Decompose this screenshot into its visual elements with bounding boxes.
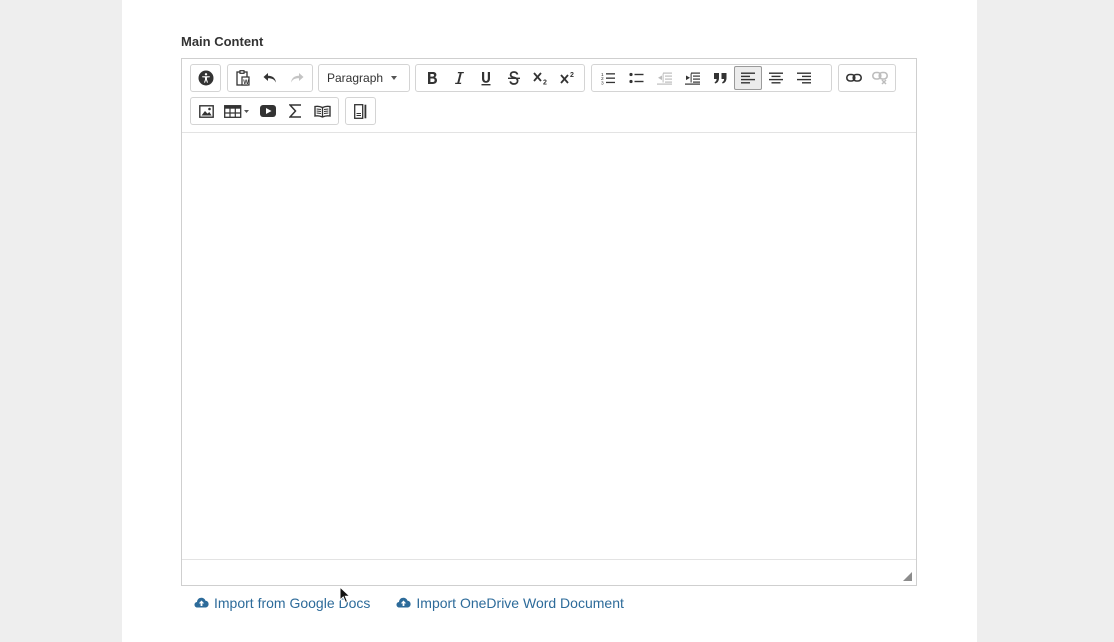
undo-icon — [262, 71, 278, 85]
undo-button[interactable] — [257, 66, 284, 90]
redo-icon — [289, 71, 305, 85]
subscript-button[interactable]: 2 — [527, 66, 554, 90]
accessibility-group — [190, 64, 221, 92]
insert-equation-icon — [288, 104, 302, 118]
underline-button[interactable] — [473, 66, 500, 90]
insert-group — [190, 97, 339, 125]
align-center-icon — [769, 72, 783, 84]
align-right-icon — [797, 72, 811, 84]
insert-link-button[interactable] — [841, 66, 867, 90]
increase-indent-button[interactable] — [678, 66, 706, 90]
align-left-button[interactable] — [734, 66, 762, 90]
superscript-button[interactable]: 2 — [555, 66, 582, 90]
insert-image-icon — [199, 104, 214, 118]
underline-icon — [480, 71, 492, 86]
bulleted-list-button[interactable] — [622, 66, 650, 90]
toggle-fullscreen-icon — [354, 103, 367, 119]
main-content-label: Main Content — [181, 34, 264, 49]
insert-table-icon — [224, 104, 250, 118]
bold-icon — [426, 71, 438, 85]
paragraph-group: 123 — [591, 64, 832, 92]
strikethrough-button[interactable] — [500, 66, 527, 90]
redo-button[interactable] — [283, 66, 310, 90]
increase-indent-icon — [684, 72, 700, 85]
numbered-list-button[interactable]: 123 — [594, 66, 622, 90]
subscript-icon: 2 — [533, 71, 549, 85]
text-style-group: 2 2 — [415, 64, 585, 92]
import-onedrive-label: Import OneDrive Word Document — [416, 595, 624, 611]
insert-equation-button[interactable] — [282, 99, 309, 123]
mouse-pointer-icon — [339, 585, 352, 609]
accessibility-icon — [198, 70, 214, 86]
insert-image-button[interactable] — [193, 99, 220, 123]
align-center-button[interactable] — [762, 66, 790, 90]
superscript-icon: 2 — [560, 71, 576, 85]
accessibility-checker-button[interactable] — [193, 66, 218, 90]
link-group — [838, 64, 896, 92]
cloud-upload-icon — [396, 595, 416, 611]
blockquote-button[interactable] — [706, 66, 734, 90]
insert-glossary-button[interactable] — [309, 99, 336, 123]
align-left-icon — [741, 72, 755, 84]
rich-text-editor: W Paragraph 2 2 1 2 3 — [181, 58, 917, 586]
insert-glossary-icon — [314, 105, 331, 118]
editor-toolbar: W Paragraph 2 2 1 2 3 — [182, 59, 916, 133]
import-links: Import from Google Docs Import OneDrive … — [194, 595, 650, 611]
editor-content-area[interactable] — [182, 133, 916, 559]
block-format-select[interactable]: Paragraph — [319, 66, 403, 90]
numbered-list-icon: 123 — [601, 71, 616, 85]
svg-text:W: W — [244, 80, 250, 86]
svg-text:2: 2 — [543, 80, 547, 86]
import-onedrive-link[interactable]: Import OneDrive Word Document — [396, 595, 624, 611]
italic-icon — [453, 71, 465, 85]
cloud-upload-icon — [194, 595, 214, 611]
decrease-indent-icon — [656, 72, 672, 85]
svg-text:3: 3 — [601, 80, 604, 85]
paste-from-word-button[interactable]: W — [230, 66, 257, 90]
decrease-indent-button[interactable] — [650, 66, 678, 90]
insert-media-button[interactable] — [255, 99, 282, 123]
insert-link-icon — [846, 73, 862, 83]
resize-handle-icon[interactable] — [903, 572, 912, 581]
insert-media-icon — [260, 105, 277, 117]
align-right-button[interactable] — [790, 66, 818, 90]
editor-statusbar — [182, 559, 916, 585]
block-format-value: Paragraph — [327, 71, 384, 85]
italic-button[interactable] — [445, 66, 472, 90]
paste-from-word-icon: W — [236, 70, 250, 86]
bulleted-list-icon — [628, 72, 644, 84]
bold-button[interactable] — [418, 66, 445, 90]
format-group: Paragraph — [318, 64, 410, 92]
view-group — [345, 97, 376, 125]
chevron-down-icon — [391, 76, 398, 80]
strikethrough-icon — [507, 71, 521, 85]
blockquote-icon — [713, 72, 728, 84]
remove-link-icon — [872, 71, 888, 85]
history-group: W — [227, 64, 313, 92]
remove-link-button[interactable] — [867, 66, 893, 90]
insert-table-button[interactable] — [220, 99, 255, 123]
toggle-fullscreen-button[interactable] — [348, 99, 373, 123]
svg-text:2: 2 — [570, 72, 574, 79]
